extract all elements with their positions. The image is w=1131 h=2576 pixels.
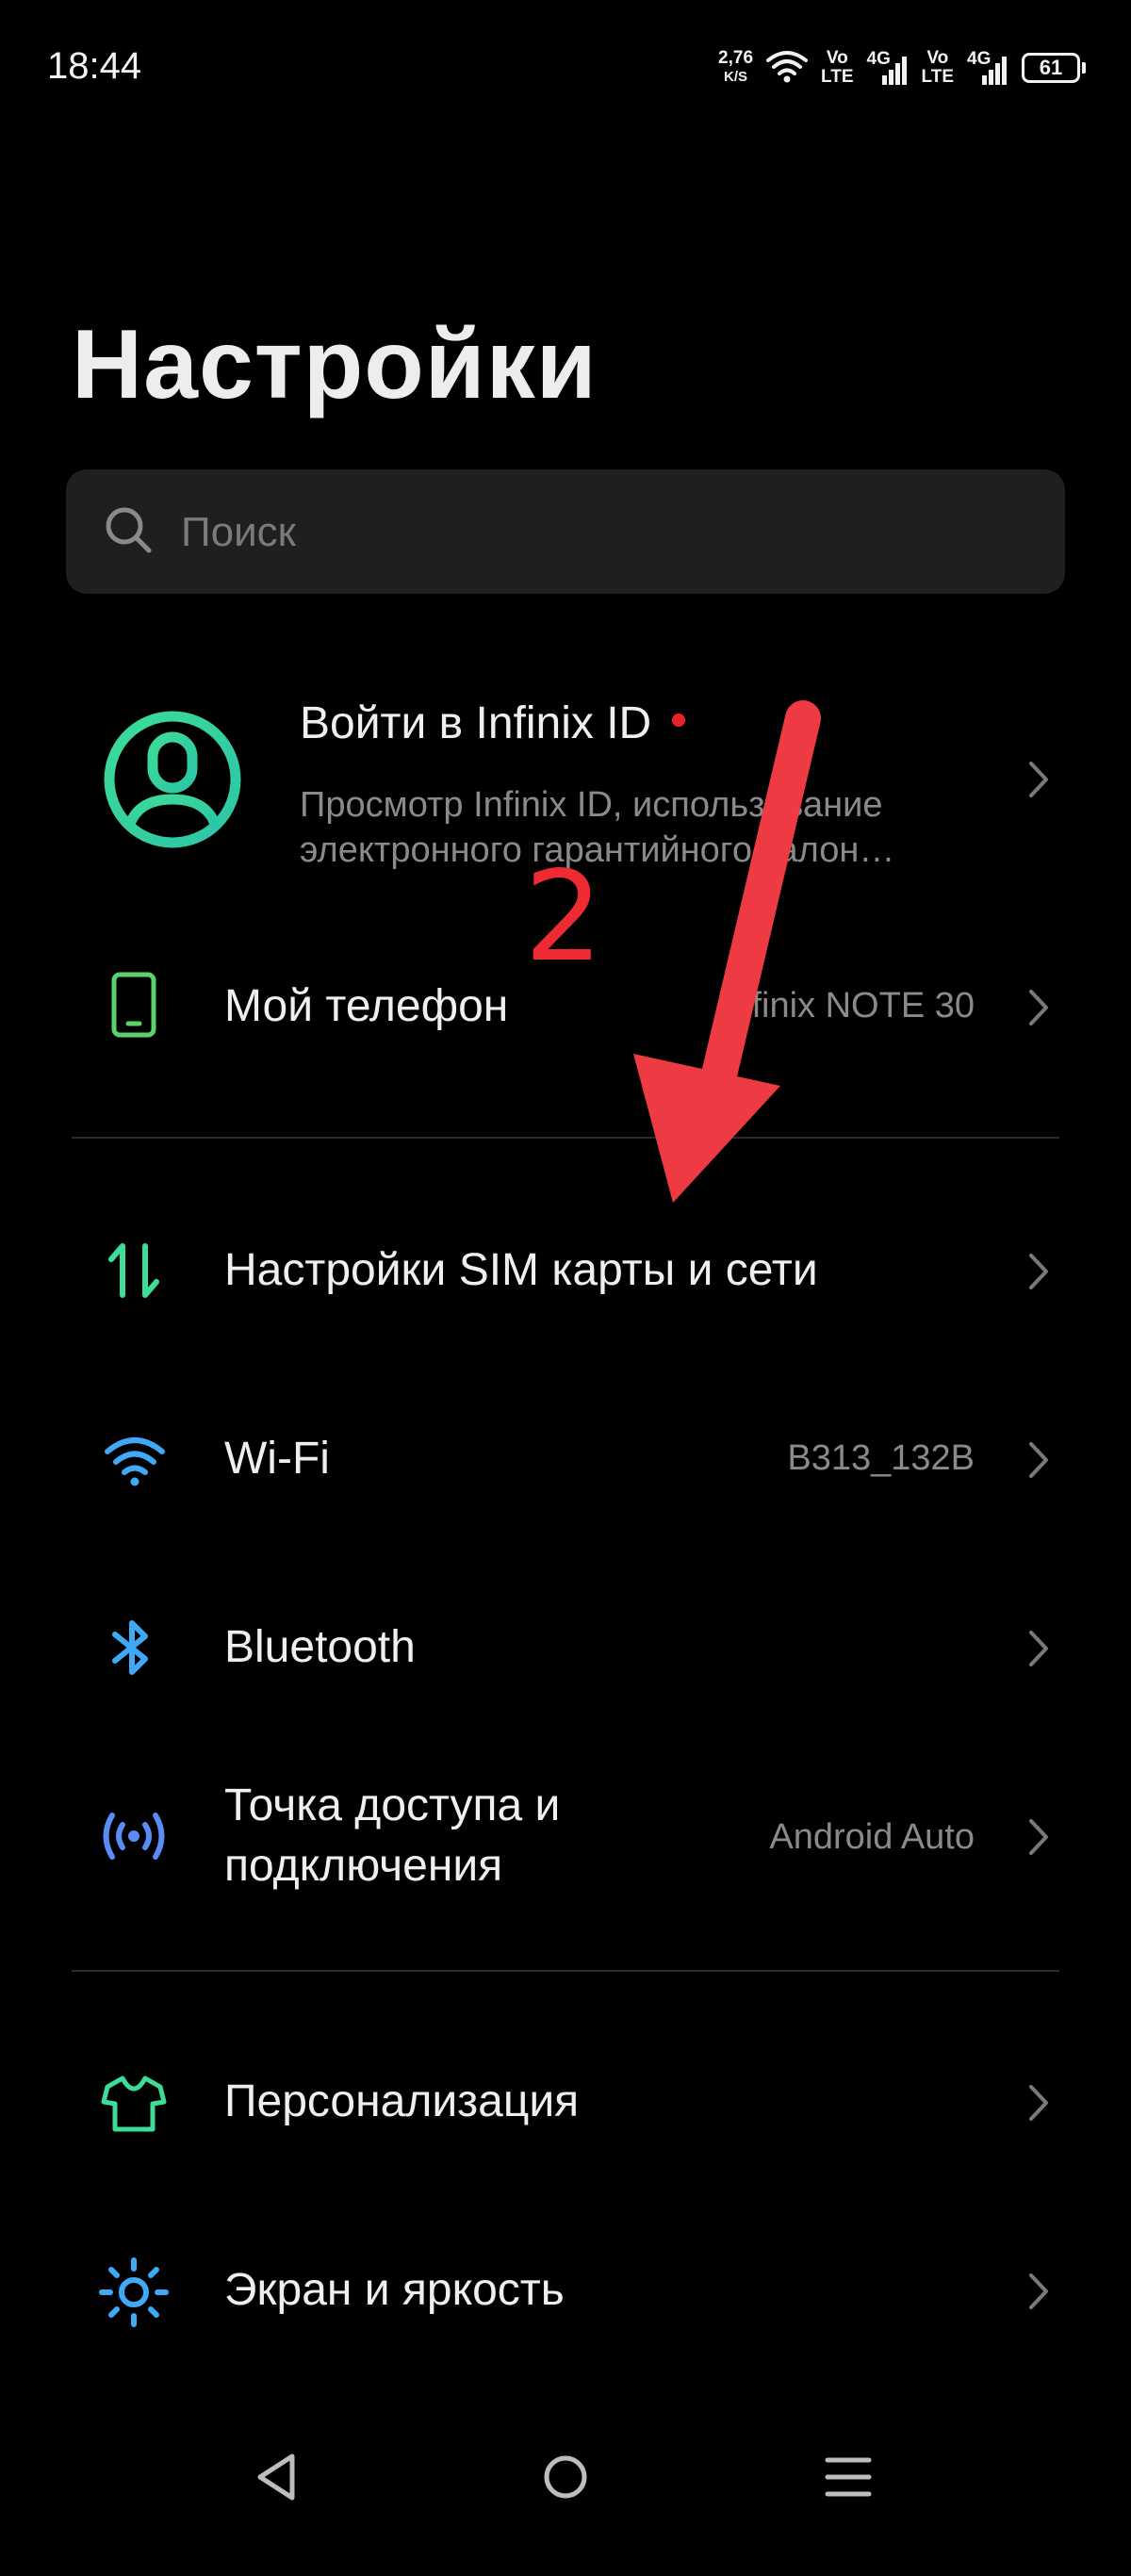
- hotspot-value: Android Auto: [769, 1817, 975, 1857]
- volte-sim1-bottom: LTE: [821, 67, 854, 87]
- settings-item-hotspot[interactable]: Точка доступа и подключения Android Auto: [0, 1763, 1131, 1913]
- shirt-icon: [100, 2074, 168, 2139]
- chevron-right-icon: [1027, 2083, 1050, 2127]
- brightness-icon: [98, 2256, 170, 2333]
- back-icon[interactable]: [253, 2451, 300, 2508]
- settings-item-sim-network[interactable]: Настройки SIM карты и сети: [0, 1216, 1131, 1329]
- wifi-value: B313_132B: [787, 1438, 975, 1478]
- search-bar[interactable]: [66, 469, 1065, 594]
- recents-icon[interactable]: [824, 2451, 873, 2508]
- account-avatar-icon: [102, 709, 243, 855]
- section-divider: [72, 1970, 1059, 1972]
- account-title-text: Войти в Infinix ID: [300, 698, 652, 748]
- wifi-label: Wi-Fi: [224, 1434, 330, 1484]
- chevron-right-icon: [1027, 988, 1050, 1032]
- search-icon: [104, 505, 155, 561]
- volte-sim1-top: Vo: [826, 48, 848, 68]
- settings-item-personalization[interactable]: Персонализация: [0, 2047, 1131, 2160]
- account-subtitle: Просмотр Infinix ID, использование элект…: [300, 782, 978, 873]
- phone-icon: [109, 971, 162, 1043]
- chevron-right-icon: [1027, 760, 1050, 804]
- chevron-right-icon: [1027, 1440, 1050, 1485]
- status-icons: 2,76 K/S Vo LTE 4G Vo LTE 4G 61: [718, 41, 1086, 94]
- volte-sim1: Vo LTE: [821, 49, 853, 87]
- status-time: 18:44: [47, 45, 142, 87]
- my-phone-value: Infinix NOTE 30: [721, 986, 975, 1025]
- sim-network-icon: [104, 1240, 164, 1305]
- account-subtitle-line1: Просмотр Infinix ID, использование: [300, 785, 883, 825]
- network-speed-unit: K/S: [724, 69, 748, 85]
- network-speed: 2,76 K/S: [718, 49, 753, 87]
- battery-level: 61: [1022, 53, 1080, 83]
- page-title: Настройки: [72, 310, 598, 419]
- signal-sim2-icon: 4G: [967, 47, 1008, 89]
- bluetooth-label: Bluetooth: [224, 1622, 416, 1672]
- settings-item-display-brightness[interactable]: Экран и яркость: [0, 2236, 1131, 2349]
- my-phone-label: Мой телефон: [224, 981, 509, 1031]
- volte-sim2: Vo LTE: [922, 49, 954, 87]
- status-bar: 18:44 2,76 K/S Vo LTE 4G Vo LTE 4G 61: [0, 0, 1131, 132]
- settings-item-wifi[interactable]: Wi-Fi B313_132B: [0, 1404, 1131, 1518]
- search-input[interactable]: [179, 498, 1031, 567]
- wifi-icon: [104, 1433, 166, 1492]
- account-subtitle-line2: электронного гарантийного талон…: [300, 830, 895, 870]
- notification-dot: [672, 714, 686, 728]
- volte-sim2-bottom: LTE: [921, 67, 954, 87]
- navigation-bar: [0, 2432, 1131, 2545]
- battery-icon: 61: [1022, 53, 1086, 83]
- wifi-status-icon: [766, 49, 809, 88]
- chevron-right-icon: [1027, 1817, 1050, 1862]
- sim-network-label: Настройки SIM карты и сети: [224, 1245, 818, 1295]
- settings-item-bluetooth[interactable]: Bluetooth: [0, 1593, 1131, 1706]
- section-divider: [72, 1137, 1059, 1139]
- home-icon[interactable]: [541, 2451, 590, 2508]
- hotspot-icon: [100, 1808, 168, 1869]
- bluetooth-icon: [106, 1617, 158, 1682]
- chevron-right-icon: [1027, 1252, 1050, 1296]
- signal-sim1-icon: 4G: [867, 47, 909, 89]
- chevron-right-icon: [1027, 1629, 1050, 1673]
- personalization-label: Персонализация: [224, 2076, 580, 2126]
- network-speed-value: 2,76: [718, 48, 754, 68]
- hotspot-label: Точка доступа и подключения: [224, 1780, 561, 1891]
- display-brightness-label: Экран и яркость: [224, 2265, 565, 2315]
- volte-sim2-top: Vo: [926, 48, 949, 68]
- chevron-right-icon: [1027, 2272, 1050, 2316]
- account-row[interactable]: Войти в Infinix ID Просмотр Infinix ID, …: [0, 697, 1131, 870]
- account-title: Войти в Infinix ID: [300, 697, 686, 749]
- annotation-number: 2: [524, 845, 603, 990]
